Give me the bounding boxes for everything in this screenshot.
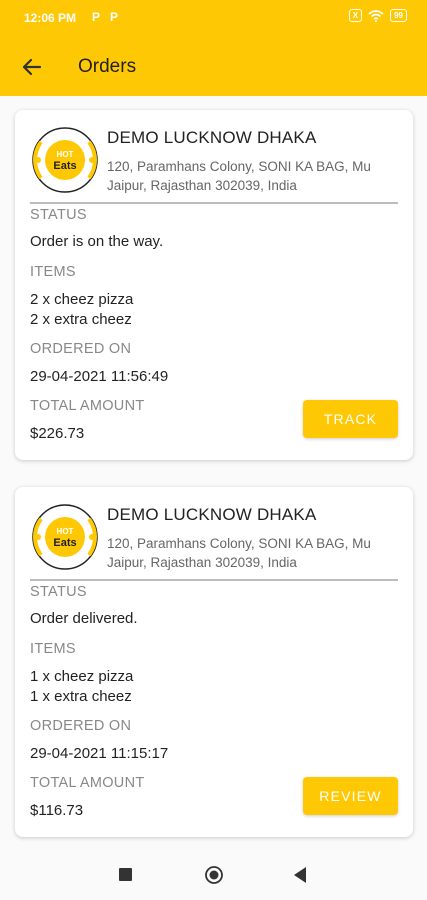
restaurant-address: 120, Paramhans Colony, SONI KA BAG, Mu J… [107, 157, 407, 195]
back-nav-icon[interactable] [294, 867, 306, 883]
item-line: 2 x extra cheez [30, 311, 132, 328]
total-amount-value: $226.73 [30, 425, 85, 442]
ordered-on-value: 29-04-2021 11:56:49 [30, 368, 169, 385]
status-label: STATUS [30, 207, 87, 223]
review-button[interactable]: REVIEW [303, 777, 398, 815]
status-value: Order is on the way. [30, 233, 164, 250]
status-value: Order delivered. [30, 610, 138, 627]
item-line: 2 x cheez pizza [30, 291, 134, 308]
logo-text-bottom: Eats [53, 160, 76, 172]
order-card: HOT Eats DEMO LUCKNOW DHAKA 120, Paramha… [15, 110, 413, 460]
address-line: 120, Paramhans Colony, SONI KA BAG, Mu [107, 159, 371, 174]
wifi-icon [368, 9, 384, 22]
restaurant-logo: HOT Eats [32, 127, 98, 193]
item-line: 1 x extra cheez [30, 688, 132, 705]
ordered-on-label: ORDERED ON [30, 718, 132, 734]
home-icon[interactable] [205, 866, 223, 884]
items-label: ITEMS [30, 264, 76, 280]
logo-text-top: HOT [57, 527, 74, 536]
track-button[interactable]: TRACK [303, 400, 398, 438]
arrow-left-icon [22, 58, 42, 76]
restaurant-name: DEMO LUCKNOW DHAKA [107, 505, 317, 524]
back-button[interactable] [16, 52, 48, 82]
system-nav-bar [0, 850, 427, 900]
items-label: ITEMS [30, 641, 76, 657]
recents-icon[interactable] [119, 868, 132, 881]
restaurant-address: 120, Paramhans Colony, SONI KA BAG, Mu J… [107, 534, 407, 572]
battery-icon: 99 [390, 9, 407, 22]
notification-icon: P [92, 10, 101, 24]
address-line: Jaipur, Rajasthan 302039, India [107, 555, 297, 570]
order-card: HOT Eats DEMO LUCKNOW DHAKA 120, Paramha… [15, 487, 413, 837]
status-label: STATUS [30, 584, 87, 600]
status-bar: 12:06 PM P P X 99 [0, 0, 427, 36]
total-amount-label: TOTAL AMOUNT [30, 398, 145, 414]
page-title: Orders [78, 56, 137, 77]
sim-icon: X [348, 9, 363, 22]
ordered-on-label: ORDERED ON [30, 341, 132, 357]
logo-text-bottom: Eats [53, 537, 76, 549]
divider [30, 202, 398, 204]
address-line: 120, Paramhans Colony, SONI KA BAG, Mu [107, 536, 371, 551]
ordered-on-value: 29-04-2021 11:15:17 [30, 745, 169, 762]
notification-icon: P [110, 10, 119, 24]
divider [30, 579, 398, 581]
total-amount-value: $116.73 [30, 802, 84, 819]
status-time: 12:06 PM [24, 11, 77, 25]
restaurant-logo: HOT Eats [32, 504, 98, 570]
restaurant-name: DEMO LUCKNOW DHAKA [107, 128, 317, 147]
item-line: 1 x cheez pizza [30, 668, 134, 685]
total-amount-label: TOTAL AMOUNT [30, 775, 145, 791]
logo-text-top: HOT [57, 150, 74, 159]
address-line: Jaipur, Rajasthan 302039, India [107, 178, 297, 193]
app-bar: 12:06 PM P P X 99 Orders [0, 0, 427, 96]
